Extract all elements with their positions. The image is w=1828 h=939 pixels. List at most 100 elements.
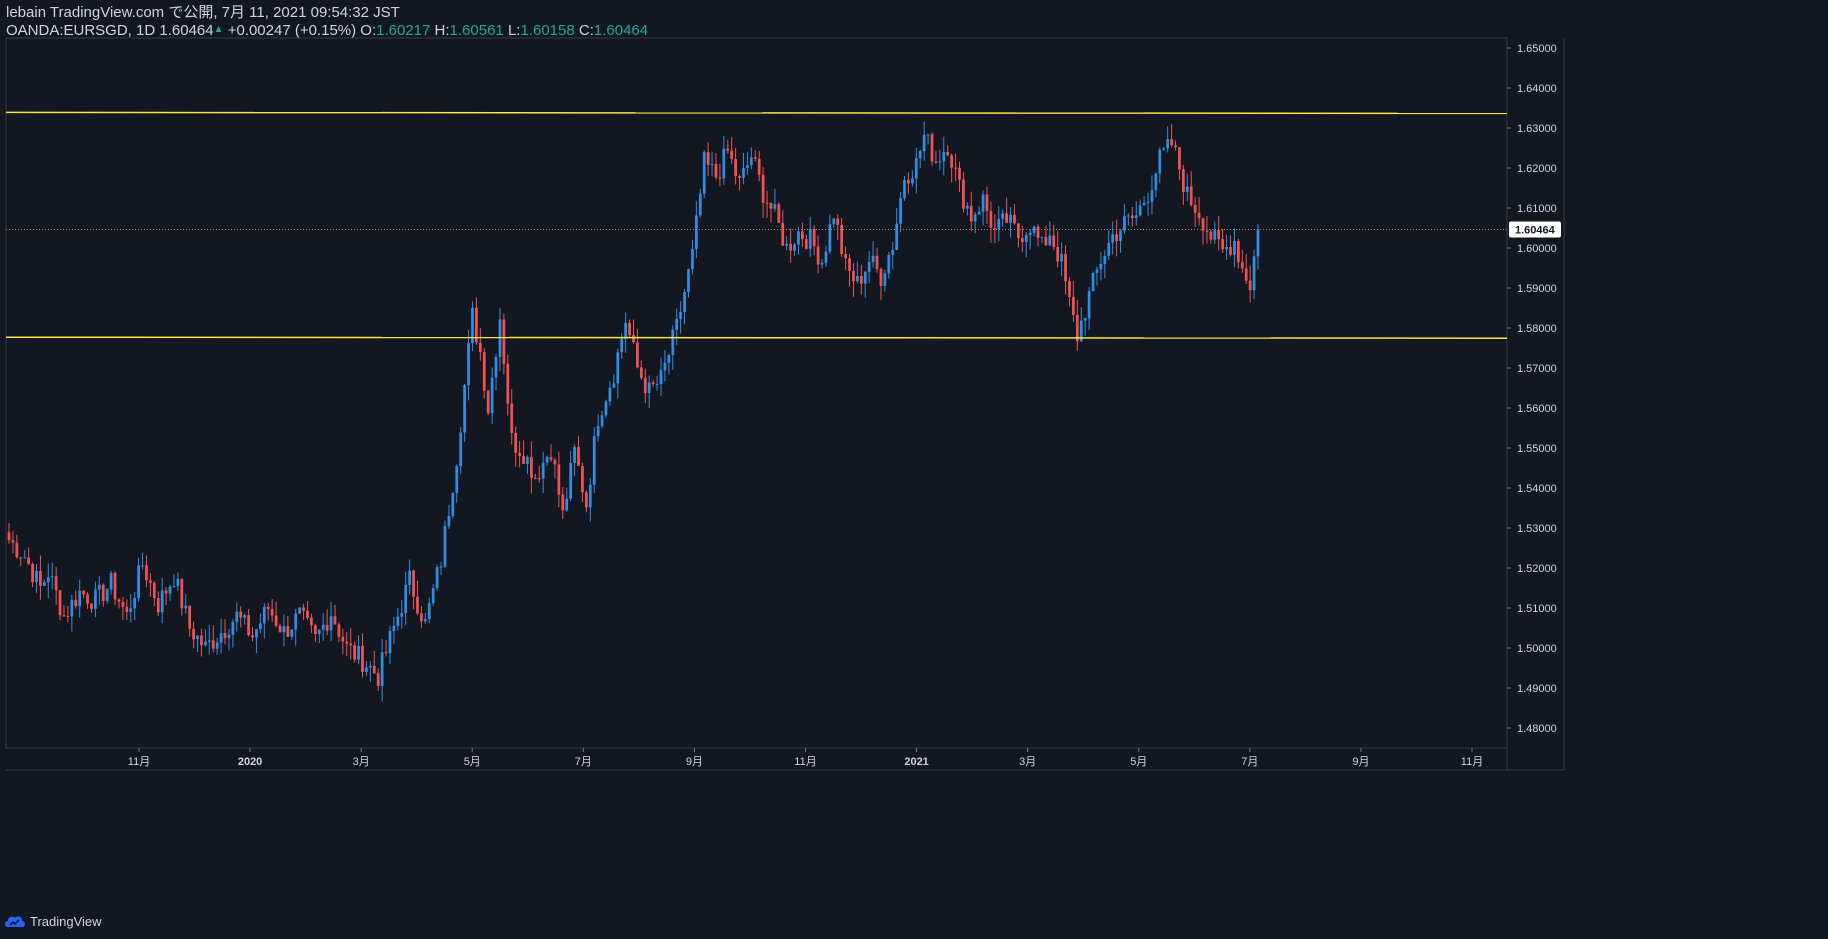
candle-body [985, 194, 989, 211]
candle-body [431, 588, 435, 604]
candle-body [816, 246, 820, 265]
candle-body [129, 608, 133, 612]
candle-body [801, 231, 804, 240]
brand-label[interactable]: TradingView [30, 914, 102, 929]
candle-body [463, 385, 466, 433]
candle-body [989, 210, 993, 228]
candle-body [46, 577, 50, 583]
candle-body [345, 641, 349, 644]
candle-body [714, 164, 718, 178]
candle-body [1099, 263, 1103, 270]
candle-body [1107, 242, 1111, 256]
candle-body [804, 239, 808, 249]
candle-body [871, 255, 875, 262]
price-tick-label: 1.56000 [1517, 403, 1557, 415]
price-tick-label: 1.62000 [1517, 163, 1557, 175]
candle-body [416, 596, 419, 614]
candle-body [1123, 216, 1126, 231]
candle-body [518, 452, 521, 457]
candle-body [137, 565, 140, 598]
candle-body [1119, 230, 1122, 242]
candle-body [1091, 272, 1095, 291]
candle-body [914, 158, 918, 179]
price-tick-label: 1.59000 [1517, 283, 1557, 295]
candle-body [329, 616, 333, 631]
candle-body [997, 218, 1001, 229]
candle-body [1181, 169, 1185, 192]
candle-body [522, 456, 525, 464]
candle-body [247, 615, 250, 636]
candle-body [934, 161, 938, 163]
candle-body [302, 607, 305, 611]
tradingview-cloud-icon[interactable] [4, 914, 26, 928]
candle-body [679, 312, 683, 319]
candle-body [1044, 236, 1048, 246]
candle-body [11, 540, 15, 543]
price-tick-label: 1.49000 [1517, 683, 1557, 695]
candle-body [1248, 280, 1252, 291]
candle-body [569, 463, 573, 499]
candle-body [946, 151, 950, 156]
price-tick-label: 1.48000 [1517, 723, 1557, 735]
candle-body [820, 262, 824, 265]
candle-body [427, 603, 431, 620]
candle-body [852, 270, 855, 282]
candle-body [274, 615, 278, 626]
candle-body [243, 615, 247, 618]
candle-body [333, 616, 337, 625]
candle-body [718, 177, 722, 179]
candle-body [133, 597, 137, 609]
candle-body [950, 155, 954, 168]
candle-body [70, 599, 74, 617]
candle-body [152, 582, 156, 599]
candle-body [577, 446, 580, 466]
candle-body [109, 573, 113, 590]
price-chart[interactable]: 1.60464 1.48000 1.49000 1.50000 1.51000 1.52… [0, 0, 1828, 939]
candle-body [1158, 149, 1162, 174]
candle-body [357, 646, 360, 660]
candle-body [659, 370, 663, 385]
price-tick-label: 1.50000 [1517, 643, 1557, 655]
candle-body [1056, 246, 1060, 262]
candle-body [671, 329, 675, 355]
candle-body [722, 148, 726, 179]
candle-body [113, 573, 117, 600]
candle-body [533, 477, 537, 479]
candle-body [761, 174, 765, 203]
candle-body [738, 175, 741, 178]
candle-body [651, 382, 655, 385]
plot-border [5, 37, 1508, 749]
candle-body [742, 167, 745, 178]
candle-body [125, 606, 129, 612]
candle-body [1052, 235, 1056, 247]
candle-body [600, 415, 604, 427]
candle-body [510, 403, 514, 434]
candle-body [1013, 214, 1016, 224]
candle-body [204, 641, 207, 646]
candle-body [361, 646, 364, 672]
candle-body [973, 214, 977, 222]
candle-body [101, 584, 105, 602]
candle-body [1170, 139, 1173, 146]
candle-body [1028, 232, 1032, 235]
candle-body [808, 228, 812, 249]
candle-body [66, 616, 70, 618]
last-price-badge-label: 1.60464 [1515, 224, 1556, 236]
price-tick-label: 1.54000 [1517, 483, 1557, 495]
candle-body [879, 269, 883, 286]
price-tick-label: 1.51000 [1517, 603, 1557, 615]
candle-body [388, 631, 392, 654]
candle-body [42, 582, 46, 586]
candle-body [1009, 214, 1012, 223]
candle-body [176, 578, 180, 587]
candle-body [832, 218, 836, 225]
candle-body [15, 542, 19, 558]
candle-body [1252, 256, 1256, 291]
candle-body [160, 590, 164, 613]
candle-body [172, 586, 176, 588]
candle-body [1201, 218, 1205, 231]
candle-body [907, 180, 910, 184]
candle-body [1236, 240, 1240, 263]
candle-body [545, 457, 549, 463]
candle-body [702, 152, 706, 194]
